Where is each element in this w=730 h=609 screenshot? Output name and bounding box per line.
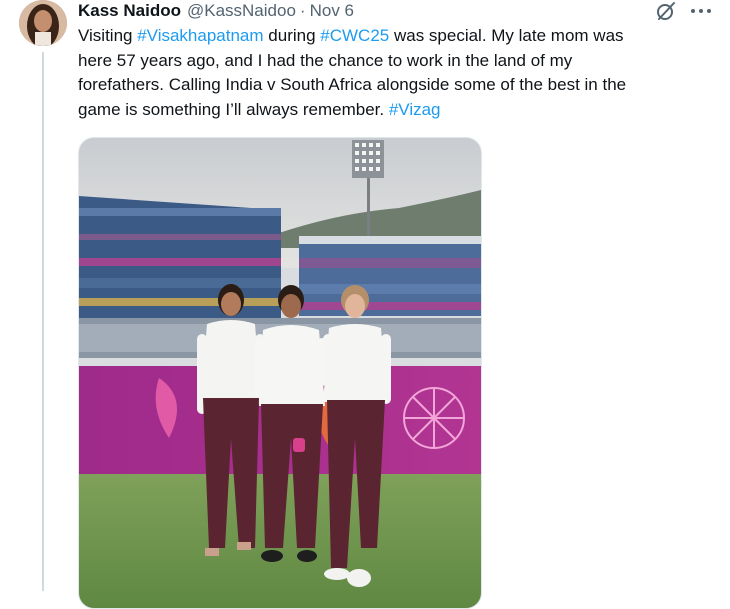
avatar[interactable] xyxy=(19,0,67,46)
post-text-segment: forefathers. Calling India v South Afric… xyxy=(78,75,627,94)
post-text-line: game is something I’ll always remember. … xyxy=(78,98,708,123)
post-text-segment: was special. My late mom was xyxy=(389,26,624,45)
stadium-photo xyxy=(79,138,481,608)
author-handle[interactable]: @KassNaidoo xyxy=(187,1,296,21)
separator-dot: · xyxy=(299,1,306,20)
hashtag-link[interactable]: #Vizag xyxy=(389,100,441,119)
post-text-segment: during xyxy=(263,26,321,45)
more-options-icon[interactable] xyxy=(688,0,714,22)
post-text-segment: here 57 years ago, and I had the chance … xyxy=(78,50,573,70)
author-name[interactable]: Kass Naidoo xyxy=(78,1,181,21)
avatar-photo-icon xyxy=(19,0,67,46)
hashtag-link[interactable]: #CWC25 xyxy=(320,26,389,45)
post-text-line: forefathers. Calling India v South Afric… xyxy=(78,73,708,98)
post-image[interactable] xyxy=(78,137,482,609)
post-text-line: Visiting #Visakhapatnam during #CWC25 wa… xyxy=(78,24,708,49)
post-text-line: here 57 years ago, and I had the chance … xyxy=(78,49,708,74)
post-date[interactable]: Nov 6 xyxy=(310,1,354,21)
post-text-segment: Visiting xyxy=(78,26,138,45)
post-text: Visiting #Visakhapatnam during #CWC25 wa… xyxy=(78,24,708,122)
post-header: Kass Naidoo @KassNaidoo · Nov 6 xyxy=(78,0,354,22)
post-text-segment: game is something I’ll always remember. xyxy=(78,99,389,119)
grok-icon[interactable] xyxy=(655,0,677,22)
thread-line xyxy=(42,52,44,591)
hashtag-link[interactable]: #Visakhapatnam xyxy=(137,26,263,45)
